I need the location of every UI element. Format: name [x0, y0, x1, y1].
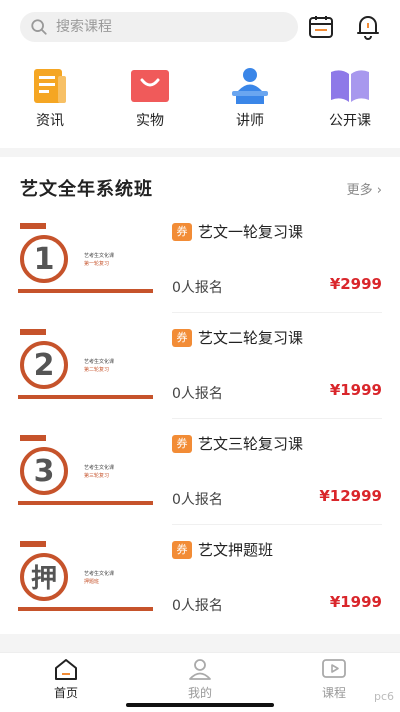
thumb-sub: 第二轮复习 [84, 366, 109, 373]
watermark: pc6 [373, 690, 394, 703]
enroll-count: 0人报名 [172, 598, 223, 614]
category-label: 实物 [136, 113, 164, 129]
user-icon [189, 659, 211, 680]
top-panel: 资讯 实物 讲师 公开课 [0, 0, 400, 148]
course-price: ¥12999 [319, 487, 382, 505]
coupon-tag: 券 [172, 540, 192, 559]
thumb-glyph: 3 [34, 454, 55, 489]
thumb-sub: 第三轮复习 [84, 472, 109, 479]
course-price: ¥2999 [329, 275, 382, 293]
tab-mine[interactable]: 我的 [160, 657, 240, 701]
section-title: 艺文全年系统班 [20, 179, 153, 200]
course-title: 券艺文二轮复习课 [172, 327, 303, 348]
lecturer-icon [228, 66, 272, 106]
open-book-icon [328, 66, 372, 106]
category-goods[interactable]: 实物 [110, 66, 190, 130]
enroll-count: 0人报名 [172, 280, 223, 296]
category-row: 资讯 实物 讲师 公开课 [0, 66, 400, 136]
play-video-icon [322, 659, 346, 678]
chevron-right-icon: › [376, 183, 382, 198]
thumb-caption: 艺考生文化课 [84, 570, 114, 577]
course-item[interactable]: 2 艺考生文化课 第二轮复习 券艺文二轮复习课 0人报名 ¥1999 [0, 313, 400, 419]
thumb-caption: 艺考生文化课 [84, 464, 114, 471]
category-label: 资讯 [36, 113, 64, 129]
home-indicator [126, 703, 274, 707]
tab-label: 课程 [321, 686, 346, 700]
course-thumbnail: 3 艺考生文化课 第三轮复习 [18, 431, 153, 507]
course-title-text: 艺文一轮复习课 [198, 223, 304, 241]
thumb-sub: 第一轮复习 [84, 260, 109, 267]
coupon-tag: 券 [172, 222, 192, 241]
category-open-course[interactable]: 公开课 [310, 66, 390, 130]
thumb-glyph: 2 [34, 348, 55, 383]
course-item[interactable]: 1 艺考生文化课 第一轮复习 券艺文一轮复习课 0人报名 ¥2999 [0, 207, 400, 313]
course-title-text: 艺文押题班 [198, 541, 274, 559]
category-label: 公开课 [329, 113, 371, 129]
enroll-count: 0人报名 [172, 492, 223, 508]
course-item[interactable]: 3 艺考生文化课 第三轮复习 券艺文三轮复习课 0人报名 ¥12999 [0, 419, 400, 525]
search-bar[interactable] [20, 12, 298, 42]
course-thumbnail: 2 艺考生文化课 第二轮复习 [18, 325, 153, 401]
tab-label: 我的 [187, 686, 212, 700]
bell-icon[interactable] [356, 14, 380, 40]
enroll-count: 0人报名 [172, 386, 223, 402]
course-thumbnail: 1 艺考生文化课 第一轮复习 [18, 219, 153, 295]
category-label: 讲师 [236, 113, 264, 129]
calendar-icon[interactable] [308, 14, 334, 40]
news-icon [28, 66, 72, 106]
thumb-glyph: 1 [34, 242, 55, 277]
thumb-caption: 艺考生文化课 [84, 358, 114, 365]
course-thumbnail: 押 艺考生文化课 押题班 [18, 537, 153, 613]
home-icon [55, 659, 77, 680]
shopping-bag-icon [128, 66, 172, 106]
thumb-sub: 押题班 [84, 578, 99, 585]
coupon-tag: 券 [172, 434, 192, 453]
course-item[interactable]: 押 艺考生文化课 押题班 券艺文押题班 0人报名 ¥1999 [0, 525, 400, 631]
thumb-glyph: 押 [31, 564, 57, 594]
tab-home[interactable]: 首页 [26, 657, 106, 701]
course-title-text: 艺文二轮复习课 [198, 329, 304, 347]
category-news[interactable]: 资讯 [10, 66, 90, 130]
thumb-caption: 艺考生文化课 [84, 252, 114, 259]
course-price: ¥1999 [329, 593, 382, 611]
course-title: 券艺文押题班 [172, 539, 273, 560]
more-label: 更多 [346, 183, 373, 198]
more-link[interactable]: 更多 › [347, 179, 382, 198]
course-title: 券艺文一轮复习课 [172, 221, 303, 242]
course-title-text: 艺文三轮复习课 [198, 435, 304, 453]
course-title: 券艺文三轮复习课 [172, 433, 303, 454]
category-lecturer[interactable]: 讲师 [210, 66, 290, 130]
tab-label: 首页 [53, 686, 78, 700]
search-input[interactable] [54, 18, 288, 36]
course-section: 艺文全年系统班 更多 › 1 艺考生文化课 第一轮复习 券艺文一轮复习课 0人报… [0, 157, 400, 634]
tab-course[interactable]: 课程 [294, 657, 374, 701]
search-icon [31, 19, 47, 35]
coupon-tag: 券 [172, 328, 192, 347]
course-price: ¥1999 [329, 381, 382, 399]
